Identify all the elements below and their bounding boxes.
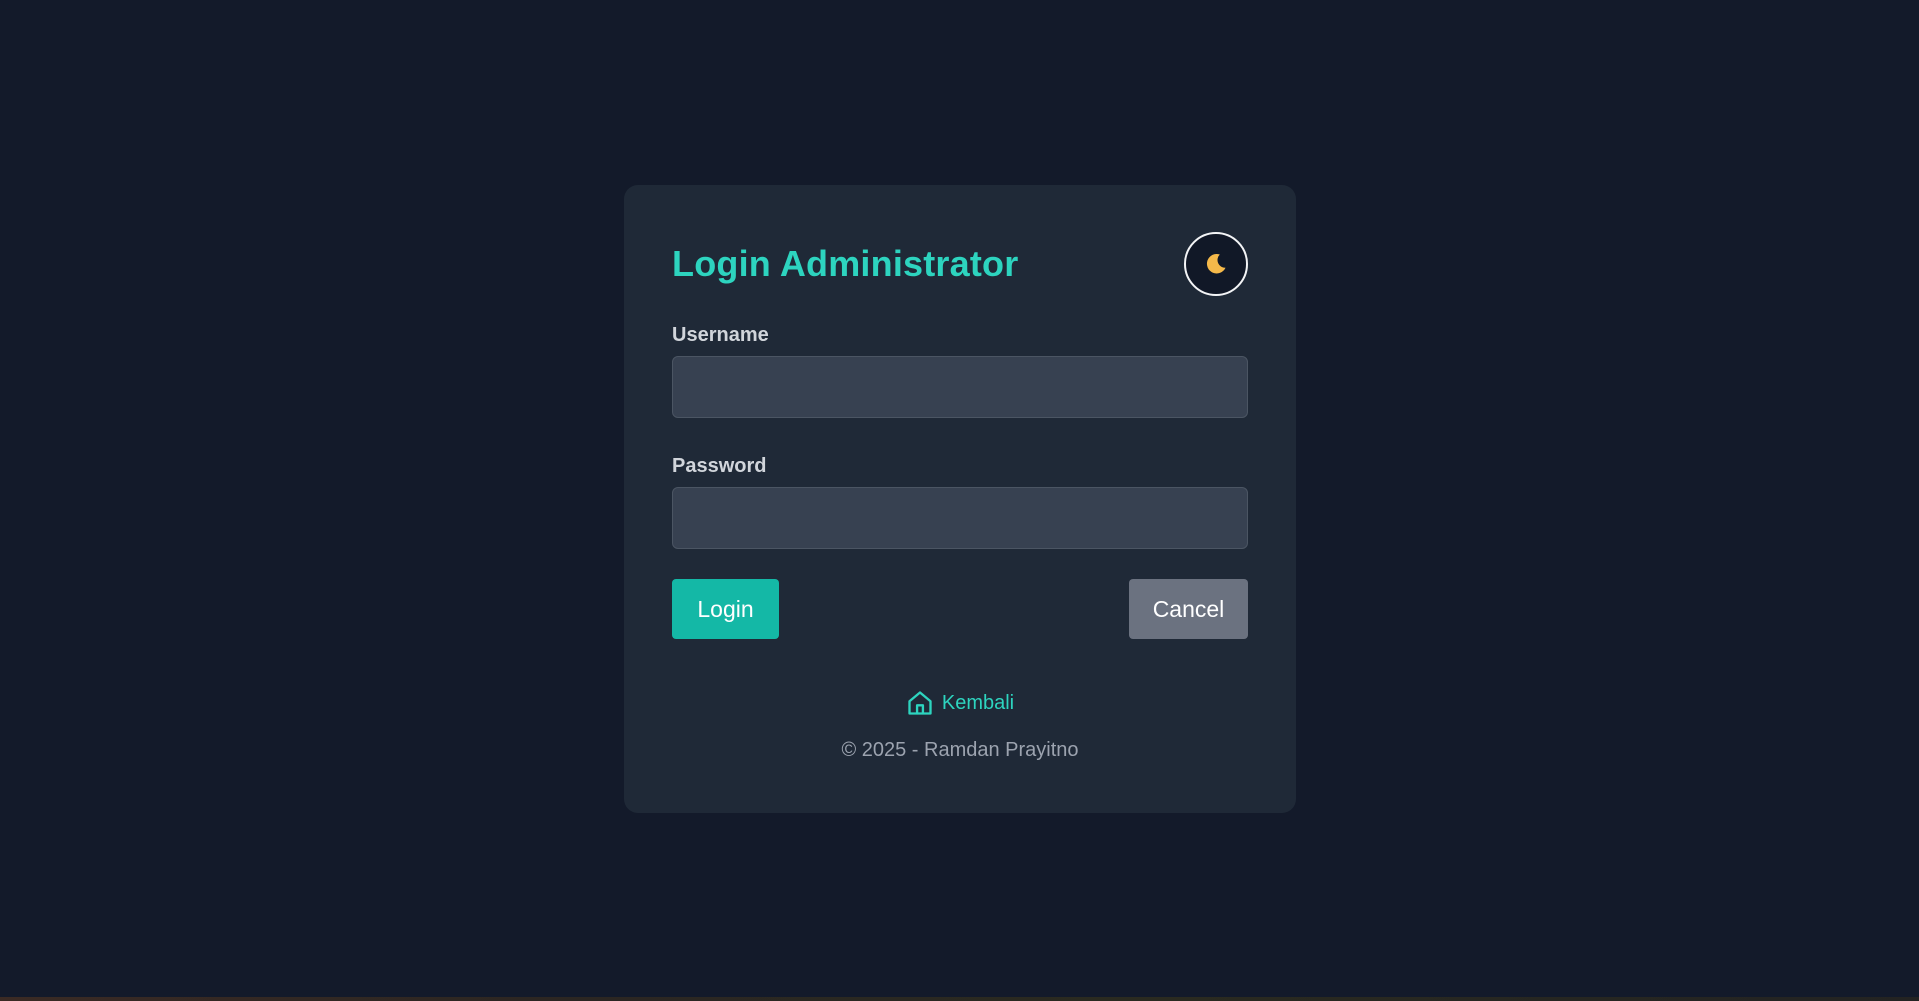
password-label: Password — [672, 455, 767, 477]
bottom-strip — [0, 997, 1919, 1001]
cancel-button[interactable]: Cancel — [1129, 579, 1248, 639]
password-input[interactable] — [672, 487, 1248, 549]
back-link-label: Kembali — [941, 691, 1015, 714]
back-link[interactable]: Kembali — [906, 689, 1014, 717]
username-field-group: Username — [672, 324, 1248, 418]
login-card: Login Administrator Username Password Lo… — [624, 185, 1296, 813]
moon-icon — [1206, 253, 1226, 274]
page-title: Login Administrator — [672, 243, 1019, 284]
page: Login Administrator Username Password Lo… — [0, 0, 1919, 1001]
form-actions: Login Cancel — [672, 579, 1248, 639]
username-label: Username — [672, 324, 769, 346]
home-icon — [908, 691, 932, 715]
copyright-text: © 2025 - Ramdan Prayitno — [841, 739, 1079, 761]
login-button[interactable]: Login — [672, 579, 779, 639]
theme-toggle-button[interactable] — [1184, 232, 1248, 296]
username-input[interactable] — [672, 356, 1248, 418]
password-field-group: Password — [672, 455, 1248, 549]
card-footer: Kembali © 2025 - Ramdan Prayitno — [672, 689, 1248, 762]
card-header: Login Administrator — [672, 231, 1248, 297]
